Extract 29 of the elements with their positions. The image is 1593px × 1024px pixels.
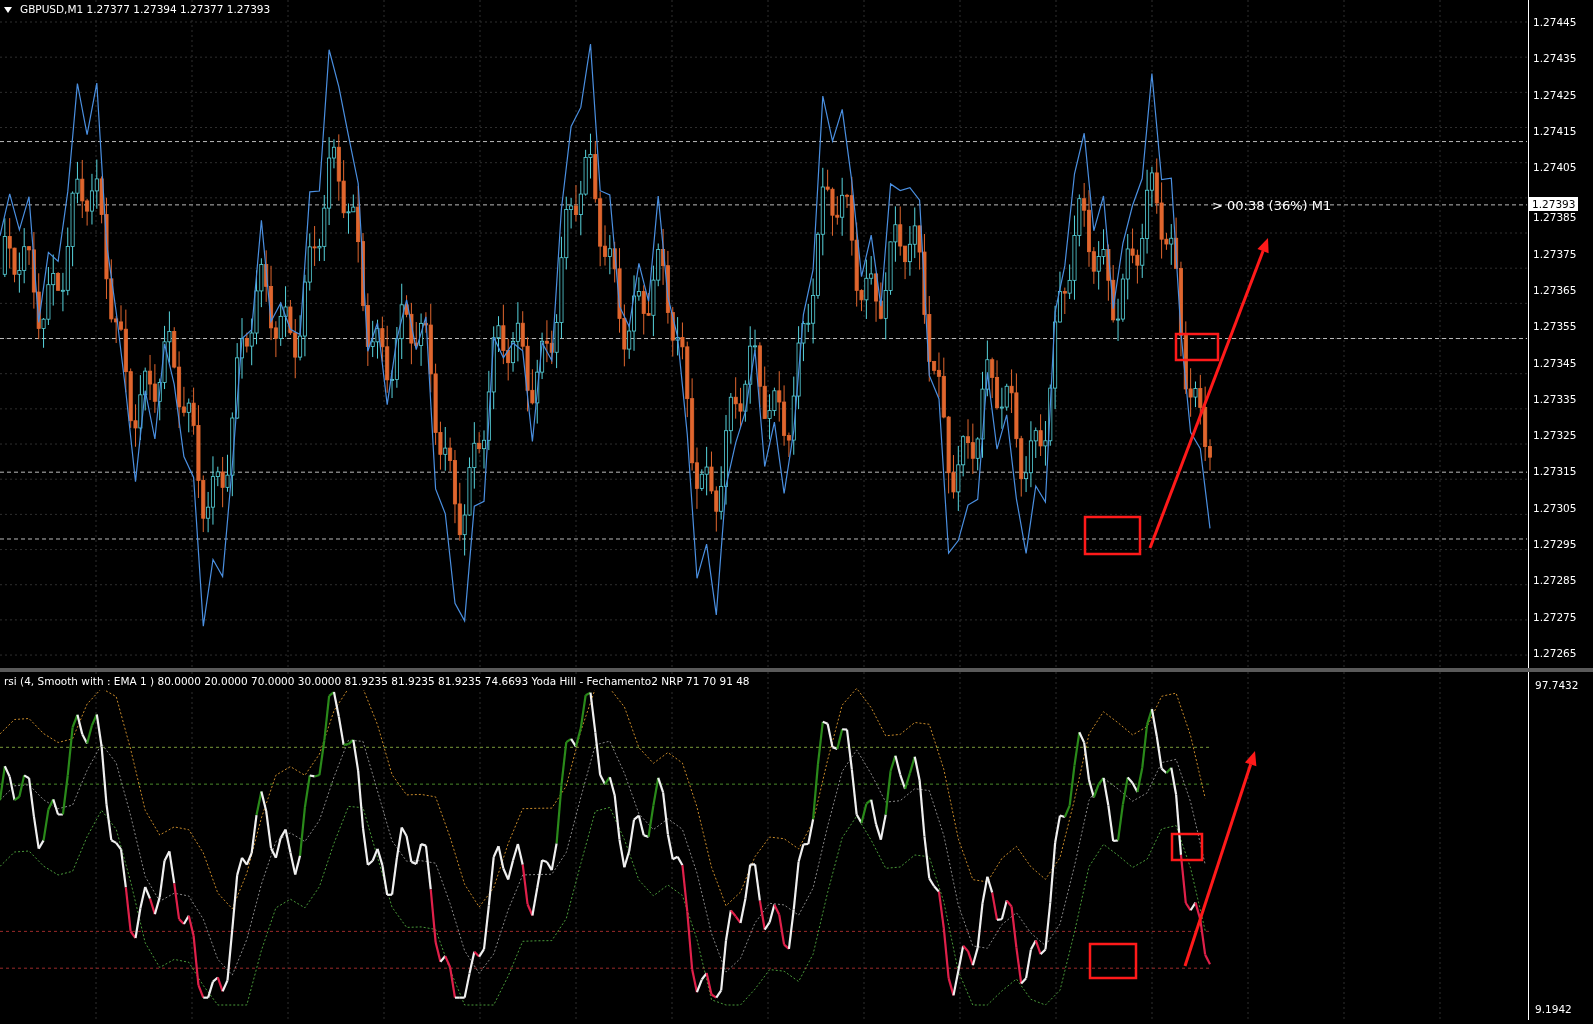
dropdown-icon[interactable] (4, 6, 12, 13)
highlight-rectangle (1083, 515, 1142, 556)
highlight-rectangle (1088, 942, 1138, 980)
axis-label: 9.1942 (1535, 1002, 1573, 1016)
axis-label: 1.27315 (1533, 464, 1578, 479)
axis-label: 1.27375 (1533, 246, 1578, 261)
axis-label: 1.27425 (1533, 87, 1578, 102)
axis-label: 1.27365 (1533, 282, 1578, 297)
axis-label: 1.27445 (1533, 15, 1578, 29)
candle-timer: > 00:38 (36%) M1 (1212, 197, 1332, 215)
axis-label: 1.27275 (1533, 609, 1578, 624)
axis-label: 1.27305 (1533, 500, 1578, 515)
axis-label: 1.27345 (1533, 355, 1578, 370)
indicator-header: rsi (4, Smooth with : EMA 1 ) 80.0000 20.0000 70.0000 30.0000 81.9235 81.9235 81.9235 74.6693 Yoda Hill - Fechamento2 NRP 71 70 91 48 (4, 674, 750, 690)
axis-label: 1.27325 (1533, 428, 1578, 443)
axis-label: 1.27295 (1533, 536, 1578, 551)
axis-label: 1.27335 (1533, 391, 1578, 406)
axis-label: 1.27265 (1533, 645, 1578, 660)
axis-label: 1.27405 (1533, 160, 1578, 175)
highlight-rectangle (1170, 832, 1204, 862)
axis-label: 1.27355 (1533, 319, 1578, 334)
highlight-rectangle (1174, 332, 1220, 362)
axis-label: 97.7432 (1535, 678, 1580, 692)
axis-label: 1.27415 (1533, 123, 1578, 138)
price-tag: 1.27393 (1529, 197, 1579, 211)
chart-header: GBPUSD,M1 1.27377 1.27394 1.27377 1.27393 (20, 2, 271, 17)
axis-label: 1.27435 (1533, 51, 1578, 66)
axis-label: 1.27385 (1533, 210, 1578, 225)
axis-label: 1.27285 (1533, 573, 1578, 588)
